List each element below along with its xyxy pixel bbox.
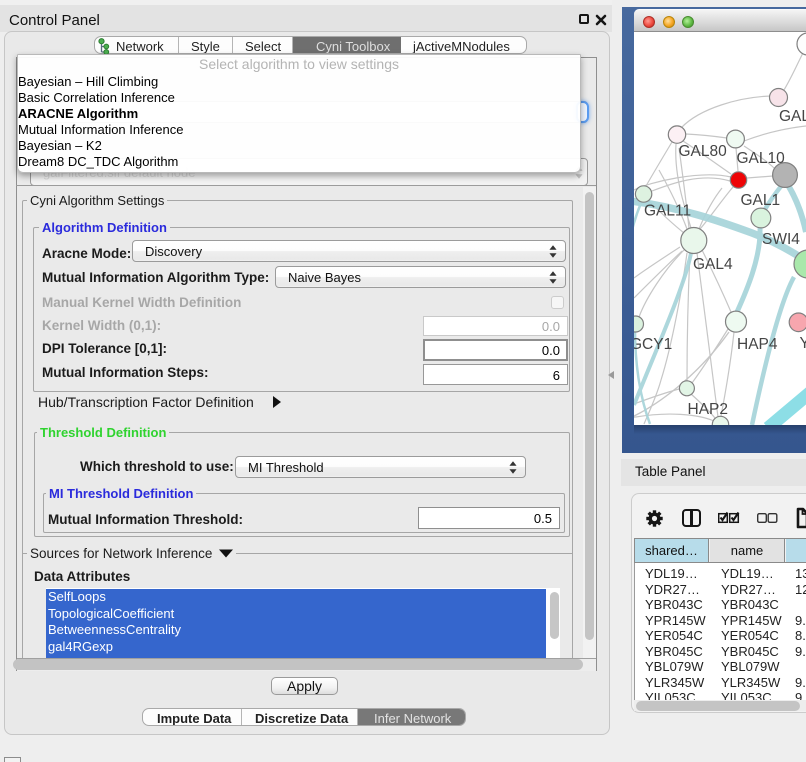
svg-text:GAL1: GAL1 xyxy=(741,192,781,209)
svg-text:HAP4: HAP4 xyxy=(737,336,778,353)
svg-text:SWI4: SWI4 xyxy=(762,231,800,248)
svg-text:GAL10: GAL10 xyxy=(737,150,786,167)
svg-text:GCY1: GCY1 xyxy=(634,336,672,353)
svg-text:GAL7: GAL7 xyxy=(779,108,806,125)
svg-text:GAL4: GAL4 xyxy=(693,256,733,273)
svg-text:YJ: YJ xyxy=(800,335,806,352)
svg-text:GAL80: GAL80 xyxy=(679,143,728,160)
svg-text:GAL11: GAL11 xyxy=(644,203,691,220)
svg-text:HAP2: HAP2 xyxy=(688,401,729,418)
